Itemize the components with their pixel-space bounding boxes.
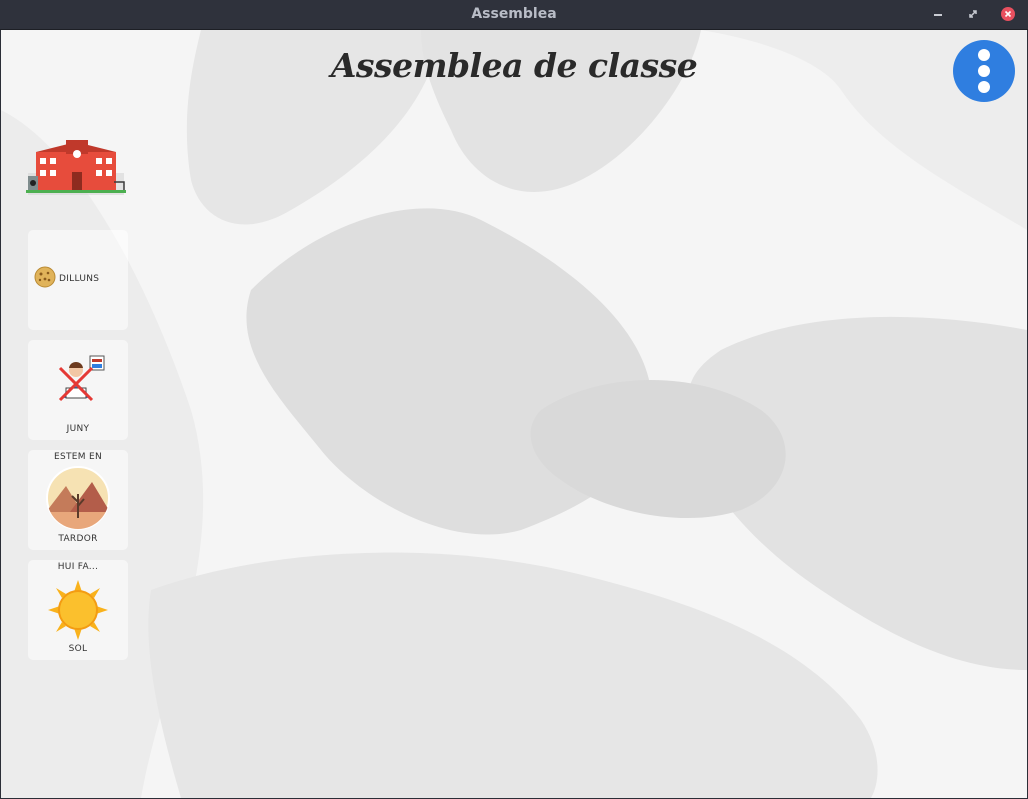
weather-card[interactable]: HUI FA... SOL: [28, 560, 128, 660]
month-label: JUNY: [66, 424, 90, 434]
app-canvas: Assemblea de classe DILLUNS JUNY ESTEM E…: [1, 30, 1027, 798]
close-button[interactable]: [1000, 6, 1016, 22]
more-options-button[interactable]: [953, 40, 1015, 102]
minimize-button[interactable]: [930, 6, 946, 22]
season-header: ESTEM EN: [53, 452, 103, 462]
sun-icon: [48, 580, 108, 640]
autumn-landscape-icon: [46, 466, 110, 530]
maximize-button[interactable]: [965, 6, 981, 22]
season-card[interactable]: ESTEM EN TARDOR: [28, 450, 128, 550]
close-icon: [1001, 7, 1015, 21]
minimize-icon: [934, 14, 942, 16]
school-building-icon[interactable]: [26, 138, 126, 198]
weather-header: HUI FA...: [57, 562, 99, 572]
more-vertical-icon: [978, 49, 990, 61]
student-reading-crossed-icon: [58, 355, 105, 402]
cookie-icon: [34, 266, 56, 288]
day-label: DILLUNS: [59, 274, 100, 284]
more-vertical-icon-dot: [978, 65, 990, 77]
page-title: Assemblea de classe: [330, 46, 698, 85]
maximize-icon: [969, 10, 977, 18]
window-titlebar: Assemblea: [0, 0, 1028, 30]
hands-background: [1, 30, 1027, 798]
day-card[interactable]: DILLUNS: [28, 230, 128, 330]
season-label: TARDOR: [58, 534, 98, 544]
weather-label: SOL: [68, 644, 88, 654]
month-card[interactable]: JUNY: [28, 340, 128, 440]
more-vertical-icon-dot: [978, 81, 990, 93]
window-title: Assemblea: [471, 6, 557, 22]
